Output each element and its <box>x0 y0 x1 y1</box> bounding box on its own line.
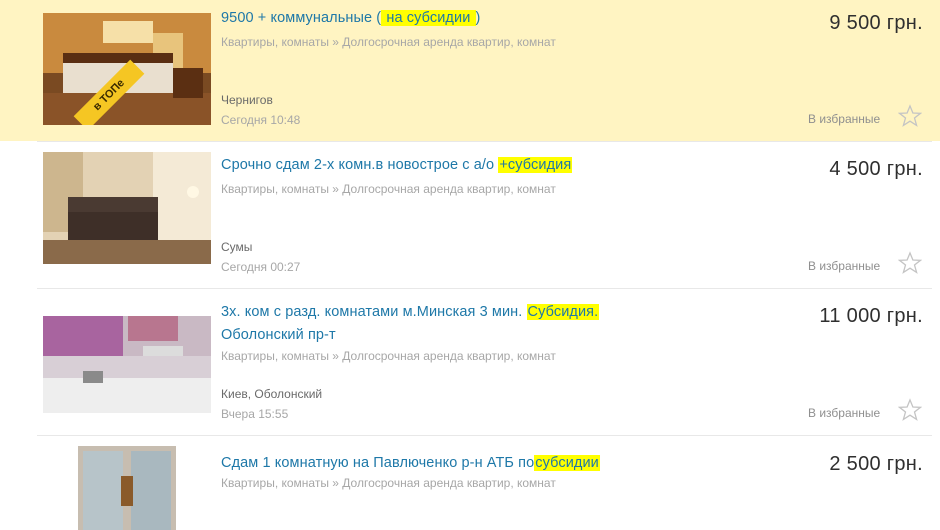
listing-city: Киев, Оболонский <box>221 387 323 401</box>
title-text[interactable]: 9500 + коммунальные ( <box>221 10 381 26</box>
star-icon[interactable] <box>898 398 922 422</box>
listing-category: Квартиры, комнаты » Долгосрочная аренда … <box>221 35 556 49</box>
title-text[interactable]: Оболонский пр-т <box>221 327 336 343</box>
listing-title[interactable]: Сдам 1 комнатную на Павлюченко р-н АТБ п… <box>221 452 781 474</box>
listing-title[interactable]: Срочно сдам 2-х комн.в новострое с а/о +… <box>221 154 781 176</box>
listing-city: Чернигов <box>221 93 273 107</box>
listing-card[interactable]: Срочно сдам 2-х комн.в новострое с а/о +… <box>0 142 940 288</box>
listing-price: 4 500 грн. <box>829 158 923 180</box>
listing-photo[interactable] <box>43 316 211 413</box>
title-highlight[interactable]: +субсидия <box>498 157 573 173</box>
title-text[interactable]: Сдам 1 комнатную на Павлюченко р-н АТБ п… <box>221 455 534 471</box>
listing-category: Квартиры, комнаты » Долгосрочная аренда … <box>221 476 556 490</box>
listing-date: Сегодня 10:48 <box>221 113 301 127</box>
add-to-favorites-label[interactable]: В избранные <box>808 406 880 420</box>
listing-date: Вчера 15:55 <box>221 407 289 421</box>
title-text[interactable]: ) <box>476 10 481 26</box>
listing-card[interactable]: Сдам 1 комнатную на Павлюченко р-н АТБ п… <box>0 436 940 530</box>
listing-photo[interactable] <box>43 152 211 264</box>
title-text[interactable]: Срочно сдам 2-х комн.в новострое с а/о <box>221 157 498 173</box>
listing-title[interactable]: 9500 + коммунальные ( на субсидии ) <box>221 7 781 29</box>
listing-photo[interactable] <box>43 446 211 530</box>
listing-card[interactable]: 3х. ком с разд. комнатами м.Минская 3 ми… <box>0 289 940 435</box>
living-room-photo-icon <box>43 152 211 264</box>
title-text[interactable]: 3х. ком с разд. комнатами м.Минская 3 ми… <box>221 304 527 320</box>
listing-card[interactable]: в ТОПе 9500 + коммунальные ( на субсидии… <box>0 0 940 141</box>
room-photo-icon <box>43 446 211 530</box>
listing-city: Сумы <box>221 240 253 254</box>
listing-price: 2 500 грн. <box>829 453 923 475</box>
listing-date: Сегодня 00:27 <box>221 260 301 274</box>
title-highlight[interactable]: Субсидия. <box>526 304 600 320</box>
listing-category: Квартиры, комнаты » Долгосрочная аренда … <box>221 182 556 196</box>
kitchen-photo-icon <box>43 316 211 413</box>
listing-price: 11 000 грн. <box>819 305 923 327</box>
add-to-favorites-label[interactable]: В избранные <box>808 112 880 126</box>
add-to-favorites-label[interactable]: В избранные <box>808 259 880 273</box>
listing-photo[interactable]: в ТОПе <box>43 13 211 125</box>
star-icon[interactable] <box>898 251 922 275</box>
star-icon[interactable] <box>898 104 922 128</box>
title-highlight[interactable]: на субсидии <box>381 10 476 26</box>
listing-category: Квартиры, комнаты » Долгосрочная аренда … <box>221 349 556 363</box>
title-highlight[interactable]: субсидии <box>534 455 600 471</box>
listing-price: 9 500 грн. <box>829 12 923 34</box>
listing-title[interactable]: 3х. ком с разд. комнатами м.Минская 3 ми… <box>221 301 661 347</box>
